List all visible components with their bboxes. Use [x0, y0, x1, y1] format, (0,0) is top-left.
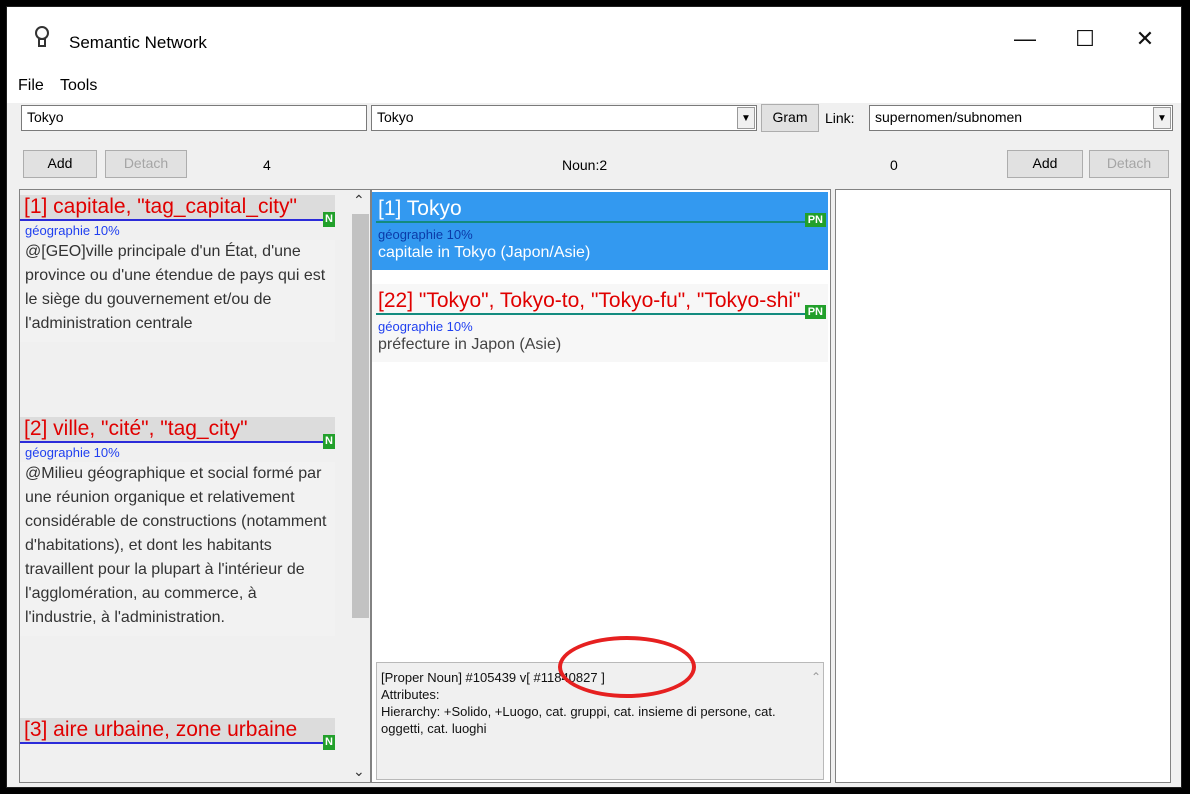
entry-divider: N	[20, 735, 335, 750]
minimize-icon: —	[1014, 26, 1036, 51]
entry-domain: géographie 10%	[25, 445, 120, 460]
menu-file[interactable]: File	[18, 77, 44, 95]
chevron-down-icon[interactable]: ▼	[1153, 107, 1171, 129]
right-add-button[interactable]: Add	[1007, 150, 1083, 178]
left-scrollbar[interactable]: ⌃ ⌄	[347, 190, 370, 782]
sense-divider: PN	[376, 213, 826, 227]
left-count: 4	[263, 157, 271, 173]
left-entry-list[interactable]: [1] capitale, "tag_capital_city" N géogr…	[19, 189, 371, 783]
center-sense-list[interactable]: [1] Tokyo PN géographie 10% capitale in …	[371, 189, 831, 783]
menu-bar: File Tools	[7, 71, 1181, 103]
link-select[interactable]: supernomen/subnomen ▼	[869, 105, 1173, 131]
scroll-up-icon[interactable]: ⌃	[353, 192, 365, 209]
link-label: Link:	[825, 110, 855, 126]
sense-item[interactable]: [22] "Tokyo", Tokyo-to, "Tokyo-fu", "Tok…	[372, 284, 828, 362]
right-relation-list[interactable]	[835, 189, 1171, 783]
minimize-button[interactable]: —	[1002, 19, 1048, 59]
sense-title: [1] Tokyo	[378, 197, 462, 220]
proper-noun-tag: PN	[804, 305, 826, 319]
search-input[interactable]: Tokyo	[21, 105, 367, 131]
left-detach-button[interactable]: Detach	[105, 150, 187, 178]
left-add-button[interactable]: Add	[23, 150, 97, 178]
scroll-up-icon[interactable]: ⌃	[811, 669, 821, 686]
lemma-select[interactable]: Tokyo ▼	[371, 105, 757, 131]
window-title: Semantic Network	[69, 33, 207, 52]
semantic-network-window: Semantic Network — ☐ ✕ File Tools Tokyo …	[6, 6, 1182, 788]
chevron-down-icon[interactable]: ▼	[737, 107, 755, 129]
list-item[interactable]: [2] ville, "cité", "tag_city" N géograph…	[20, 417, 335, 636]
maximize-icon: ☐	[1075, 26, 1095, 51]
highlight-circle	[558, 636, 696, 698]
entry-title: [1] capitale, "tag_capital_city"	[20, 195, 335, 219]
entry-title: [3] aire urbaine, zone urbaine	[20, 718, 335, 742]
scroll-thumb[interactable]	[352, 214, 369, 618]
info-line-hierarchy: Hierarchy: +Solido, +Luogo, cat. gruppi,…	[381, 704, 776, 736]
noun-tag: N	[323, 735, 335, 750]
list-item[interactable]: [3] aire urbaine, zone urbaine N	[20, 718, 335, 750]
entry-domain: géographie 10%	[25, 223, 120, 238]
gram-button[interactable]: Gram	[761, 104, 819, 132]
entry-divider: N	[20, 434, 335, 449]
maximize-button[interactable]: ☐	[1062, 19, 1108, 59]
menu-tools[interactable]: Tools	[60, 77, 97, 95]
noun-tag: N	[323, 434, 335, 449]
noun-tag: N	[323, 212, 335, 227]
lemma-select-value: Tokyo	[377, 109, 414, 125]
sense-definition: préfecture in Japon (Asie)	[378, 336, 562, 353]
right-detach-button[interactable]: Detach	[1089, 150, 1169, 178]
entry-title: [2] ville, "cité", "tag_city"	[20, 417, 335, 441]
entry-definition: @[GEO]ville principale d'un État, d'une …	[20, 240, 335, 342]
right-count: 0	[890, 157, 898, 173]
link-select-value: supernomen/subnomen	[875, 109, 1023, 125]
proper-noun-tag: PN	[804, 213, 826, 227]
entry-divider: N	[20, 212, 335, 227]
lightbulb-icon	[35, 26, 49, 47]
sense-domain: géographie 10%	[378, 319, 473, 334]
sense-definition: capitale in Tokyo (Japon/Asie)	[378, 244, 591, 261]
title-bar: Semantic Network — ☐ ✕	[7, 7, 1181, 71]
scroll-down-icon[interactable]: ⌄	[353, 763, 365, 780]
entry-definition: @Milieu géographique et social formé par…	[20, 462, 335, 636]
close-icon: ✕	[1135, 26, 1155, 51]
sense-title: [22] "Tokyo", Tokyo-to, "Tokyo-fu", "Tok…	[378, 289, 801, 312]
center-header: Noun:2	[562, 157, 608, 173]
sense-item-selected[interactable]: [1] Tokyo PN géographie 10% capitale in …	[372, 192, 828, 270]
sense-divider: PN	[376, 305, 826, 319]
sense-domain: géographie 10%	[378, 227, 473, 242]
list-item[interactable]: [1] capitale, "tag_capital_city" N géogr…	[20, 195, 335, 342]
close-button[interactable]: ✕	[1122, 19, 1168, 59]
